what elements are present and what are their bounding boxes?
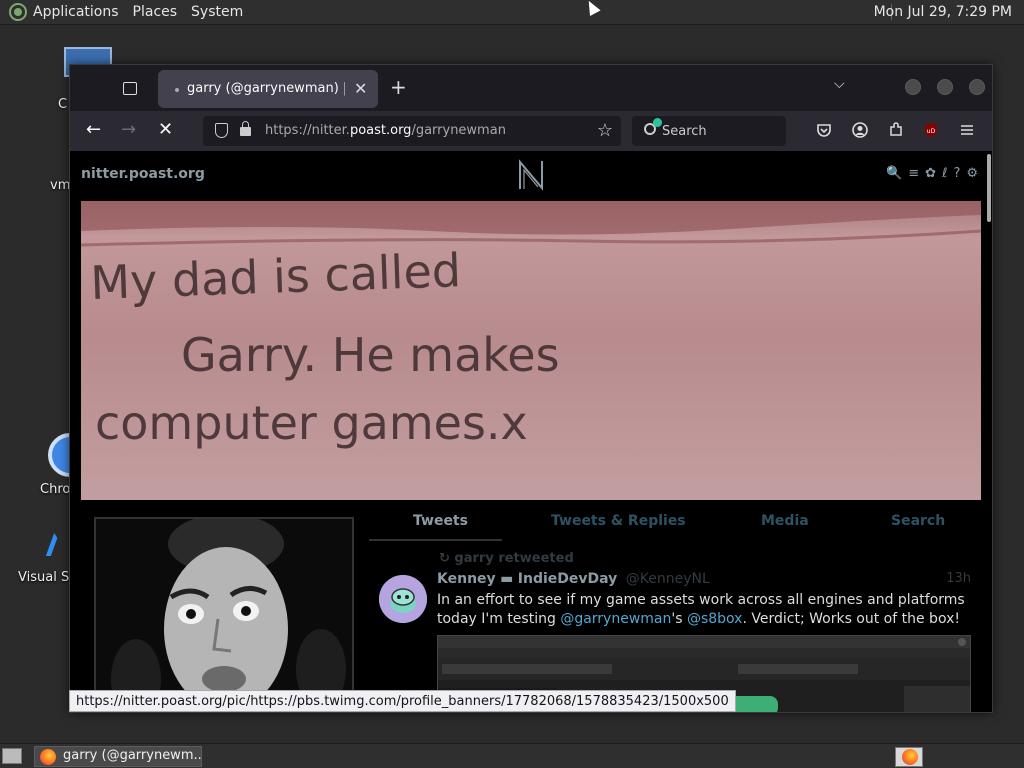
tweet-text-part-2: 's	[671, 611, 687, 627]
tweet-text-part-3: . Verdict; Works out of the box!	[742, 611, 960, 627]
tab-tweets[interactable]: Tweets	[413, 513, 468, 529]
stop-loading-icon[interactable]: ✕	[158, 119, 173, 140]
retweet-header: ↻ garry retweeted	[439, 551, 574, 566]
new-tab-button[interactable]: +	[390, 75, 407, 99]
show-desktop-icon[interactable]	[2, 748, 22, 764]
svg-text:uD: uD	[927, 128, 936, 135]
firefox-icon	[902, 749, 918, 765]
firefox-window: garry (@garrynewman) | nitter ✕ + ⌵ ← → …	[69, 64, 993, 713]
ublock-icon[interactable]: uD	[923, 122, 939, 138]
desktop-label-vm: vm	[50, 178, 71, 193]
firefox-icon	[40, 749, 56, 765]
menu-applications[interactable]: Applications	[33, 4, 119, 20]
tab-tweets-replies[interactable]: Tweets & Replies	[551, 513, 686, 529]
status-url-tooltip: https://nitter.poast.org/pic/https://pbs…	[69, 690, 736, 712]
tracking-protection-icon[interactable]	[215, 123, 228, 138]
tab-dropdown-icon[interactable]: ⌵	[834, 76, 845, 92]
mention-garrynewman[interactable]: @garrynewman	[560, 611, 671, 627]
account-icon[interactable]	[852, 122, 868, 138]
taskbar-firefox-item[interactable]: garry (@garrynewm...	[34, 746, 202, 767]
maximize-button[interactable]	[937, 79, 953, 95]
mention-s8box[interactable]: @s8box	[687, 611, 743, 627]
workspace-switcher[interactable]	[895, 747, 923, 767]
tweet-author-name-2[interactable]: IndieDevDay	[518, 571, 618, 587]
tab-bar: garry (@garrynewman) | nitter ✕ + ⌵	[70, 65, 992, 111]
lock-icon[interactable]	[240, 121, 251, 136]
top-panel: Applications Places System Mon Jul 29, 7…	[0, 0, 1024, 25]
flag-icon: ▬	[500, 571, 514, 587]
extensions-icon[interactable]	[888, 122, 904, 138]
tab-media[interactable]: Media	[761, 513, 809, 529]
distro-logo-icon[interactable]	[9, 3, 27, 21]
menu-system[interactable]: System	[191, 4, 243, 20]
page-scrollbar[interactable]	[986, 151, 992, 712]
help-icon[interactable]: ?	[953, 166, 960, 181]
retweet-icon: ↻	[439, 551, 455, 566]
active-tab-underline	[369, 539, 502, 541]
forward-icon[interactable]: →	[121, 119, 136, 140]
retweet-text: garry retweeted	[454, 551, 574, 566]
nav-bar: ← → ✕ https://nitter.poast.org/garrynewm…	[70, 111, 992, 151]
settings-gear-icon[interactable]: ⚙	[966, 166, 978, 181]
tweet-text: In an effort to see if my game assets wo…	[437, 591, 971, 629]
tweet-avatar-image	[379, 575, 427, 623]
scrollbar-thumb[interactable]	[987, 154, 991, 222]
desktop-label-chrome: Chro	[40, 482, 71, 497]
page-content: nitter.poast.org 🔍 ≡ ✿ ℓ ? ⚙ My dad is c…	[70, 151, 992, 712]
search-icon[interactable]: 🔍	[886, 166, 902, 181]
tweet-author-name[interactable]: Kenney	[437, 571, 496, 587]
tweet-author-handle[interactable]: @KenneyNL	[626, 571, 710, 587]
bottom-taskbar: garry (@garrynewm...	[0, 743, 1024, 768]
hamburger-menu-icon[interactable]	[959, 122, 975, 138]
liberapay-icon[interactable]: ℓ	[942, 166, 947, 181]
tab-search[interactable]: Search	[891, 513, 945, 529]
close-tab-icon[interactable]: ✕	[354, 79, 367, 98]
bookmark-star-icon[interactable]: ☆	[597, 120, 613, 141]
avatar-photo	[96, 519, 352, 712]
tab-title: garry (@garrynewman) | nitter	[187, 81, 345, 96]
minimize-button[interactable]	[905, 79, 921, 95]
profile-avatar[interactable]	[94, 517, 354, 712]
tweet-header: Kenney ▬ IndieDevDay @KenneyNL 13h	[437, 571, 971, 587]
nitter-logo-icon[interactable]	[517, 159, 545, 191]
site-name[interactable]: nitter.poast.org	[81, 166, 205, 182]
menu-places[interactable]: Places	[133, 4, 178, 20]
tweet-time[interactable]: 13h	[946, 571, 971, 586]
pocket-icon[interactable]	[816, 122, 832, 138]
search-bar[interactable]	[632, 116, 786, 146]
banner-handwriting: My dad is called Garry. He makes compute…	[81, 201, 981, 450]
back-icon[interactable]: ←	[86, 119, 101, 140]
rss-icon[interactable]: ≡	[908, 166, 919, 181]
desktop-label-vscode: Visual St	[18, 570, 75, 585]
search-input[interactable]	[662, 122, 777, 140]
tab-list-icon[interactable]	[116, 77, 144, 101]
url-bar[interactable]: https://nitter.poast.org/garrynewman ☆	[203, 116, 621, 146]
site-nav-icons: 🔍 ≡ ✿ ℓ ? ⚙	[886, 166, 978, 181]
banner-text-line-3: computer games.x	[95, 396, 528, 450]
url-text[interactable]: https://nitter.poast.org/garrynewman	[265, 123, 506, 138]
taskbar-item-title: garry (@garrynewm...	[63, 748, 202, 763]
tab-active[interactable]: garry (@garrynewman) | nitter ✕	[158, 70, 378, 108]
banner-text-line-2: Garry. He makes	[181, 328, 560, 382]
tweet-avatar[interactable]	[379, 575, 427, 623]
profile-banner[interactable]: My dad is called Garry. He makes compute…	[81, 201, 981, 500]
twitter-icon[interactable]: ✿	[925, 166, 936, 181]
tab-loading-icon	[175, 88, 179, 92]
clock[interactable]: Mon Jul 29, 7:29 PM	[874, 4, 1012, 20]
search-icon	[644, 118, 662, 135]
banner-text-line-1: My dad is called	[89, 243, 461, 310]
profile-tabs: Tweets Tweets & Replies Media Search	[369, 511, 978, 541]
desktop-label-computer: C	[58, 97, 68, 112]
close-window-button[interactable]	[969, 79, 985, 95]
